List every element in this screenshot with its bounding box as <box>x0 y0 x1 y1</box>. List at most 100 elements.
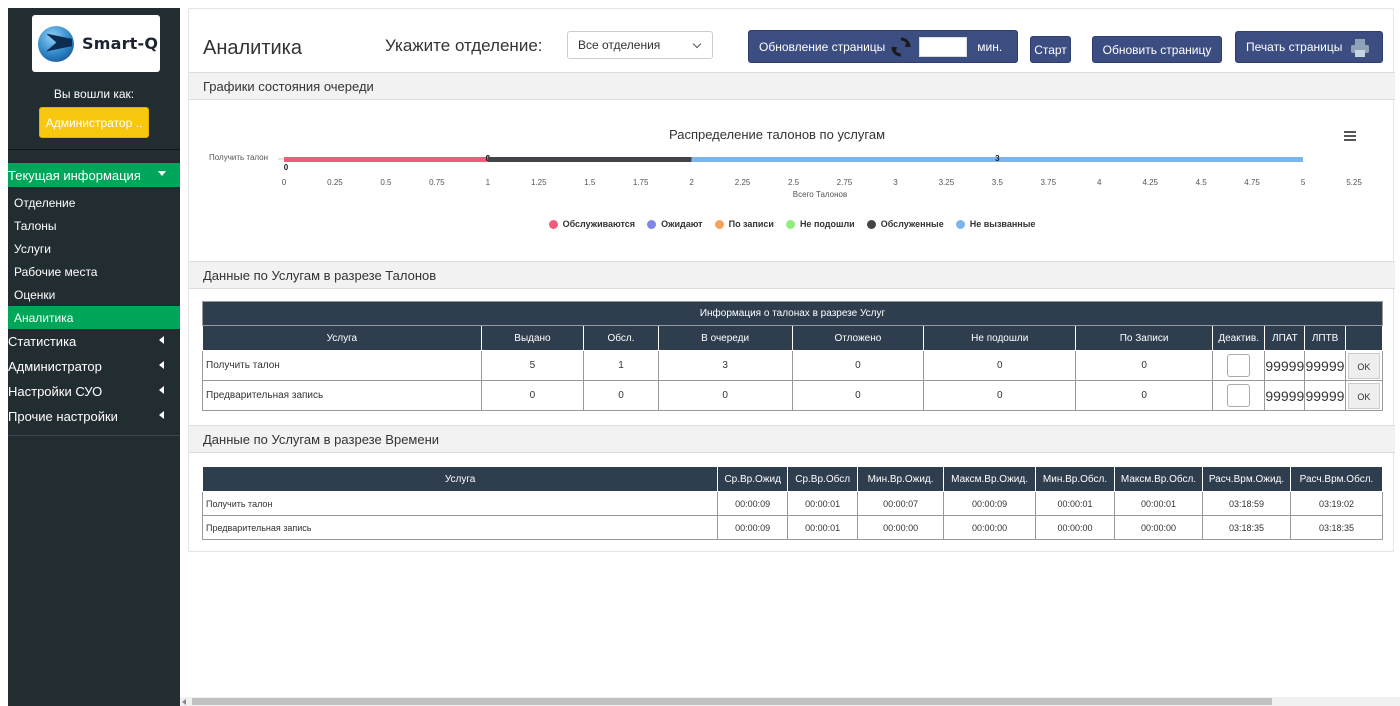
chart-data-label: 3 <box>995 154 1000 163</box>
noshow-cell: 0 <box>923 350 1077 381</box>
column-header: Ср.Вр.Ожид <box>717 466 789 492</box>
x-tick-label: 4.75 <box>1244 178 1260 187</box>
section-header-tickets: Данные по Услугам в разрезе Талонов <box>189 261 1395 289</box>
sidebar-group-other-settings[interactable]: Прочие настройки <box>8 404 180 429</box>
sidebar-item-label: Рабочие места <box>14 264 98 279</box>
deactivate-checkbox[interactable] <box>1227 384 1251 407</box>
x-tick-label: 3.5 <box>992 178 1004 187</box>
chart-data-label: 0 <box>284 163 289 172</box>
auto-refresh-control: Обновление страницы мин. <box>748 30 1018 63</box>
service-cell: Получить талон <box>201 491 719 516</box>
column-header: Расч.Врм.Обсл. <box>1289 466 1384 492</box>
legend-label: Ожидают <box>661 219 703 229</box>
table-row: Предварительная запись 00:00:09 00:00:01… <box>201 515 1384 540</box>
lptv-input[interactable]: 99999 <box>1304 350 1346 381</box>
service-cell: Получить талон <box>202 350 482 381</box>
chart-legend: Обслуживаются Ожидают По записи Не подошли О… <box>189 219 1395 229</box>
x-tick-label: 2 <box>689 178 694 187</box>
update-page-button[interactable]: Обновить страницу <box>1092 36 1222 63</box>
horizontal-scrollbar[interactable] <box>180 697 1400 706</box>
column-header: По Записи <box>1075 325 1213 351</box>
sidebar-item-department[interactable]: Отделение <box>8 191 180 214</box>
sidebar-item-analytics[interactable]: Аналитика <box>8 306 180 329</box>
time-cell: 00:00:07 <box>857 491 945 516</box>
print-button-label: Печать страницы <box>1246 40 1343 54</box>
scrollbar-thumb[interactable] <box>192 698 1272 705</box>
page-title: Аналитика <box>203 37 302 59</box>
ok-button[interactable]: OK <box>1347 352 1380 379</box>
x-tick-label: 0.5 <box>380 178 392 187</box>
sidebar-item-label: Отделение <box>14 195 76 210</box>
sidebar: Smart-Q Вы вошли как: Администратор .. Т… <box>8 8 180 706</box>
chart-menu-icon[interactable] <box>1344 131 1356 141</box>
legend-item[interactable]: По записи <box>714 219 774 229</box>
column-header: Ср.Вр.Обсл <box>787 466 859 492</box>
time-cell: 00:00:09 <box>717 515 789 540</box>
column-header: Обсл. <box>583 325 659 351</box>
time-cell: 00:00:01 <box>1035 491 1116 516</box>
queue-cell: 3 <box>657 350 793 381</box>
column-header: ЛПТВ <box>1304 325 1346 351</box>
lpat-input[interactable]: 99999 <box>1264 380 1306 411</box>
auto-refresh-label: Обновление страницы <box>759 39 886 54</box>
sidebar-item-ratings[interactable]: Оценки <box>8 283 180 306</box>
section-header-charts: Графики состояния очереди <box>189 72 1395 100</box>
sidebar-group-current-info[interactable]: Текущая информация <box>8 163 180 187</box>
ok-button[interactable]: OK <box>1347 382 1380 409</box>
x-axis-label: Всего Талонов <box>793 190 848 199</box>
sidebar-item-label: Талоны <box>14 218 57 233</box>
sidebar-submenu: Отделение Талоны Услуги Рабочие места Оц… <box>8 191 180 329</box>
department-label: Укажите отделение: <box>385 36 543 55</box>
sidebar-group-statistics[interactable]: Статистика <box>8 329 180 354</box>
x-tick-label: 1 <box>486 178 491 187</box>
chart-bar[interactable] <box>487 157 692 162</box>
printer-icon <box>1351 39 1369 57</box>
department-select[interactable]: Все отделения <box>567 31 713 59</box>
x-tick-label: 2.25 <box>735 178 751 187</box>
sidebar-group-label: Текущая информация <box>8 167 141 183</box>
legend-item[interactable]: Обслуженные <box>866 219 944 229</box>
x-tick-label: 5.25 <box>1346 178 1362 187</box>
x-tick-label: 3 <box>893 178 898 187</box>
x-tick-label: 4 <box>1097 178 1102 187</box>
sidebar-group-admin[interactable]: Администратор <box>8 354 180 379</box>
x-tick-label: 0 <box>282 178 287 187</box>
refresh-interval-input[interactable] <box>919 36 968 57</box>
lptv-input[interactable]: 99999 <box>1304 380 1346 411</box>
x-tick-label: 0.75 <box>429 178 445 187</box>
table-row: Предварительная запись 0 0 0 0 0 0 99999… <box>202 380 1384 411</box>
user-role-button[interactable]: Администратор .. <box>39 107 149 138</box>
main-panel: Аналитика Укажите отделение: Все отделен… <box>188 8 1395 552</box>
sidebar-group-queue-settings[interactable]: Настройки СУО <box>8 379 180 404</box>
legend-item[interactable]: Не вызванные <box>955 219 1036 229</box>
column-header: Расч.Врм.Ожид. <box>1202 466 1291 492</box>
legend-label: Не вызванные <box>969 219 1036 229</box>
chart-bar[interactable] <box>284 157 488 162</box>
time-cell: 03:18:35 <box>1289 515 1384 540</box>
deactivate-checkbox[interactable] <box>1227 354 1251 377</box>
sidebar-item-tickets[interactable]: Талоны <box>8 214 180 237</box>
legend-swatch <box>866 219 876 229</box>
table-row: Получить талон 00:00:09 00:00:01 00:00:0… <box>201 491 1384 516</box>
tickets-table-caption: Информация о талонах в разрезе Услуг <box>202 301 1383 326</box>
sidebar-item-workplaces[interactable]: Рабочие места <box>8 260 180 283</box>
legend-label: Обслуженные <box>880 219 944 229</box>
served-cell: 0 <box>583 380 659 411</box>
legend-item[interactable]: Ожидают <box>647 219 703 229</box>
lpat-input[interactable]: 99999 <box>1264 350 1306 381</box>
column-header: Максм.Вр.Ожид. <box>943 466 1037 492</box>
x-tick-label: 3.75 <box>1040 178 1056 187</box>
legend-label: Обслуживаются <box>562 219 636 229</box>
legend-item[interactable]: Обслуживаются <box>548 219 636 229</box>
sidebar-item-services[interactable]: Услуги <box>8 237 180 260</box>
print-page-button[interactable]: Печать страницы <box>1235 31 1383 63</box>
column-header: Услуга <box>202 325 482 351</box>
column-header: Не подошли <box>923 325 1077 351</box>
logo[interactable]: Smart-Q <box>32 15 160 72</box>
start-button[interactable]: Старт <box>1030 36 1071 63</box>
legend-swatch <box>548 219 558 229</box>
postponed-cell: 0 <box>791 350 925 381</box>
time-cell: 00:00:01 <box>787 491 859 516</box>
legend-item[interactable]: Не подошли <box>785 219 855 229</box>
scroll-left-icon[interactable] <box>182 699 186 705</box>
